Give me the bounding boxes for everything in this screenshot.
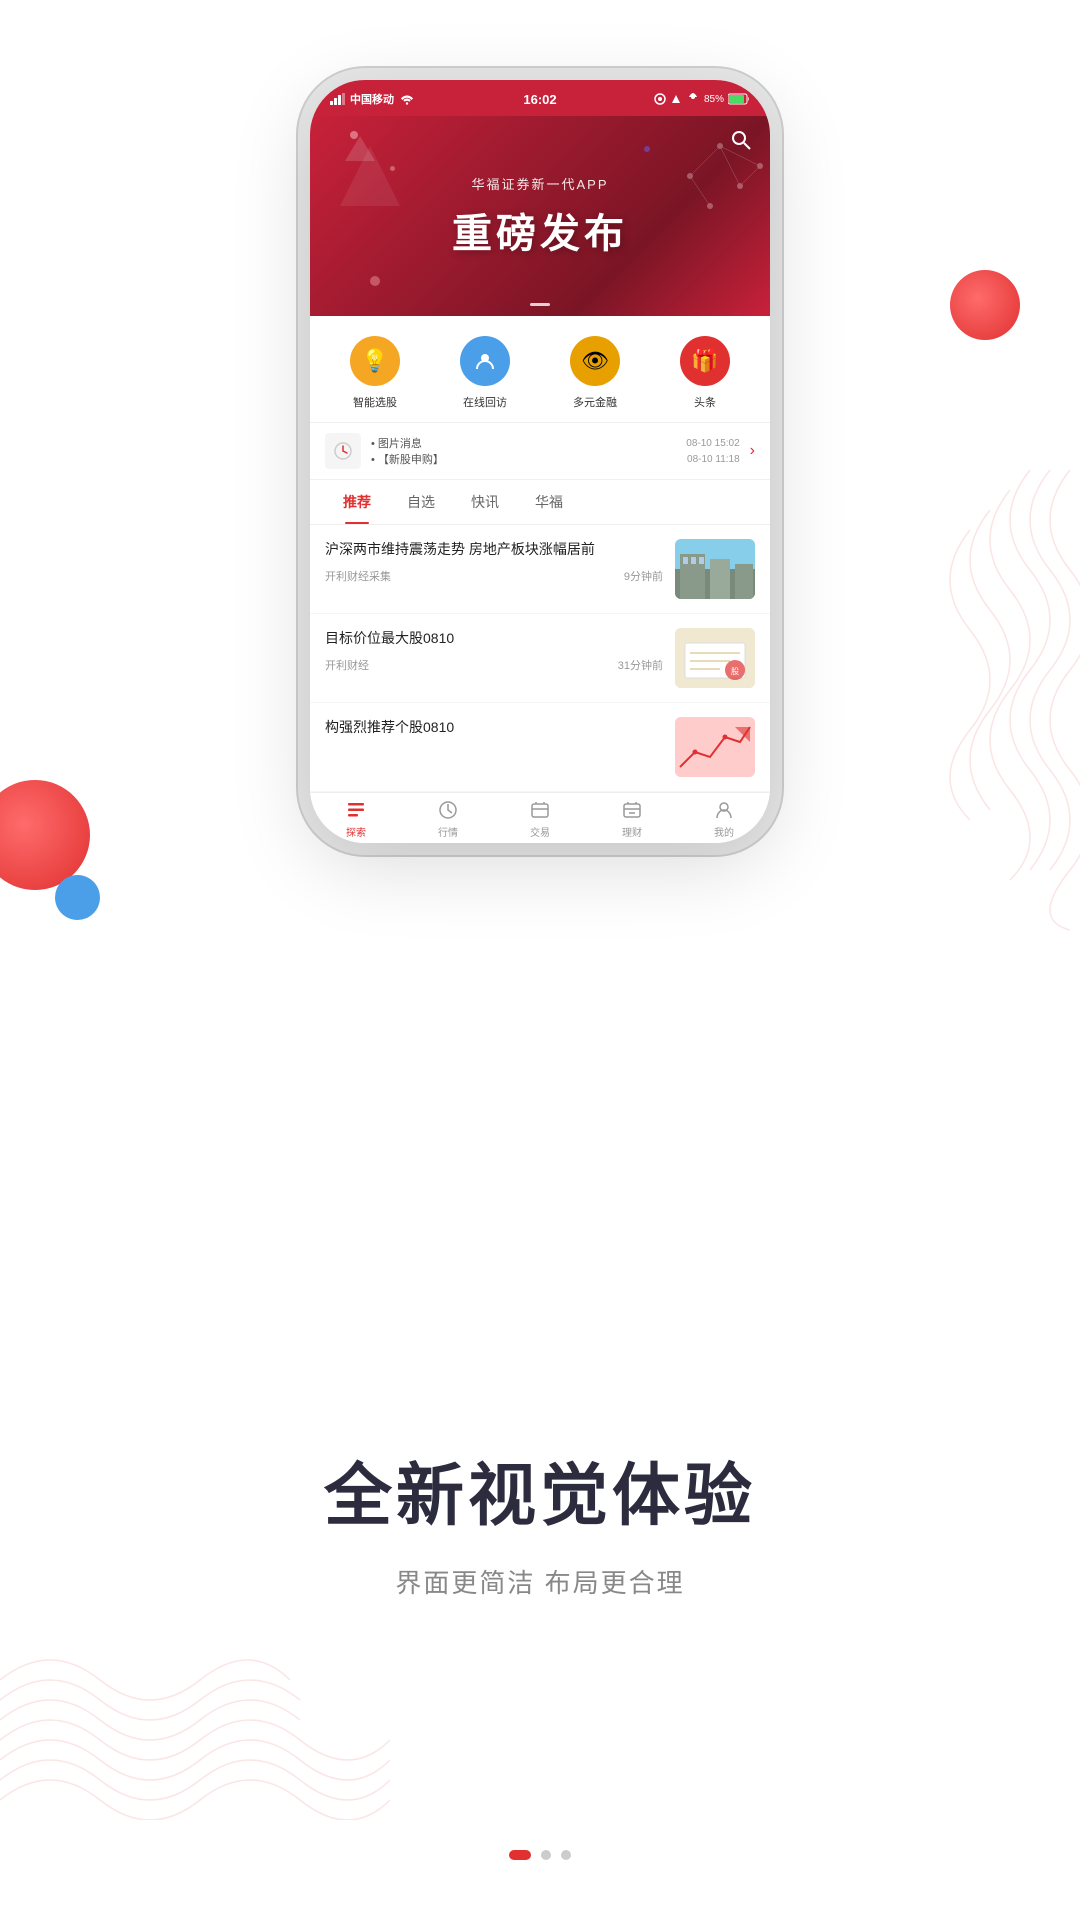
- nav-explore-icon: [345, 799, 367, 821]
- page-dot-1[interactable]: [509, 1850, 531, 1860]
- nav-item-finance[interactable]: 理财: [586, 799, 678, 839]
- ticker-text-2: • 【新股申购】: [371, 451, 444, 467]
- bottom-section: 全新视觉体验 界面更简洁 布局更合理: [0, 1060, 1080, 1920]
- decorative-circle-blue: [55, 875, 100, 920]
- news-content-2: 目标价位最大股0810 开利财经 31分钟前: [325, 628, 663, 688]
- quick-menu: 💡 智能选股 在线回访 👁 多元金融 🎁 头条: [310, 316, 770, 423]
- ticker-text-1: • 图片消息: [371, 435, 422, 451]
- page-dots: [509, 1850, 571, 1860]
- status-bar: 中国移动 16:02 85%: [310, 80, 770, 116]
- banner: 华福证券新一代APP 重磅发布: [310, 116, 770, 316]
- menu-item-smart-stock[interactable]: 💡 智能选股: [350, 336, 400, 410]
- search-button[interactable]: [727, 126, 755, 154]
- news-time-2: 31分钟前: [618, 657, 663, 673]
- phone-frame: 中国移动 16:02 85%: [310, 80, 770, 843]
- nav-item-market[interactable]: 行情: [402, 799, 494, 839]
- news-meta-1: 开利财经采集 9分钟前: [325, 568, 663, 584]
- ticker-item-1: • 图片消息 08-10 15:02: [371, 435, 740, 451]
- news-title-3: 构强烈推荐个股0810: [325, 717, 663, 738]
- ticker-arrow-icon[interactable]: ›: [750, 442, 755, 460]
- wave-decoration-right: [910, 460, 1080, 940]
- menu-label-online-visit: 在线回访: [463, 394, 507, 410]
- news-item-2[interactable]: 目标价位最大股0810 开利财经 31分钟前 股: [310, 614, 770, 703]
- news-meta-2: 开利财经 31分钟前: [325, 657, 663, 673]
- nav-market-icon: [437, 799, 459, 821]
- status-time: 16:02: [523, 92, 556, 107]
- sub-title: 界面更简洁 布局更合理: [395, 1563, 684, 1600]
- nav-label-mine: 我的: [714, 824, 734, 839]
- main-title: 全新视觉体验: [324, 1440, 756, 1539]
- multi-finance-icon: 👁: [570, 336, 620, 386]
- tab-recommend[interactable]: 推荐: [325, 480, 389, 524]
- nav-item-explore[interactable]: 探索: [310, 799, 402, 839]
- ticker-time-2: 08-10 11:18: [687, 454, 740, 465]
- ticker-time-1: 08-10 15:02: [686, 438, 739, 449]
- menu-item-online-visit[interactable]: 在线回访: [460, 336, 510, 410]
- news-item-3[interactable]: 构强烈推荐个股0810: [310, 703, 770, 792]
- news-thumb-3: [675, 717, 755, 777]
- decorative-circle-red-left: [0, 780, 90, 890]
- news-thumb-1: [675, 539, 755, 599]
- news-item-1[interactable]: 沪深两市维持震荡走势 房地产板块涨幅居前 开利财经采集 9分钟前: [310, 525, 770, 614]
- status-right: 85%: [654, 93, 750, 105]
- nav-label-finance: 理财: [622, 824, 642, 839]
- tab-flash[interactable]: 快讯: [453, 480, 517, 524]
- menu-label-multi-finance: 多元金融: [573, 394, 617, 410]
- ticker-icon: [325, 433, 361, 469]
- banner-page-indicator: [530, 303, 550, 306]
- news-title-2: 目标价位最大股0810: [325, 628, 663, 649]
- news-content-1: 沪深两市维持震荡走势 房地产板块涨幅居前 开利财经采集 9分钟前: [325, 539, 663, 599]
- news-time-1: 9分钟前: [624, 568, 663, 584]
- menu-item-multi-finance[interactable]: 👁 多元金融: [570, 336, 620, 410]
- nav-label-explore: 探索: [346, 824, 366, 839]
- menu-label-smart-stock: 智能选股: [353, 394, 397, 410]
- news-thumb-2: 股: [675, 628, 755, 688]
- nav-finance-icon: [621, 799, 643, 821]
- ticker-content: • 图片消息 08-10 15:02 • 【新股申购】 08-10 11:18: [371, 435, 740, 467]
- nav-label-trade: 交易: [530, 824, 550, 839]
- nav-label-market: 行情: [438, 824, 458, 839]
- content-tabs: 推荐 自选 快讯 华福: [310, 480, 770, 525]
- carrier-signal: 中国移动: [330, 91, 414, 107]
- nav-trade-icon: [529, 799, 551, 821]
- headline-icon: 🎁: [680, 336, 730, 386]
- decorative-circle-red-top: [950, 270, 1020, 340]
- page-dot-2[interactable]: [541, 1850, 551, 1860]
- ticker-item-2: • 【新股申购】 08-10 11:18: [371, 451, 740, 467]
- smart-stock-icon: 💡: [350, 336, 400, 386]
- page-dot-3[interactable]: [561, 1850, 571, 1860]
- svg-text:股: 股: [731, 667, 739, 676]
- news-content-3: 构强烈推荐个股0810: [325, 717, 663, 777]
- menu-label-headline: 头条: [694, 394, 716, 410]
- menu-item-headline[interactable]: 🎁 头条: [680, 336, 730, 410]
- nav-item-trade[interactable]: 交易: [494, 799, 586, 839]
- online-visit-icon: [460, 336, 510, 386]
- tab-watchlist[interactable]: 自选: [389, 480, 453, 524]
- news-source-1: 开利财经采集: [325, 568, 391, 584]
- phone-mockup: 中国移动 16:02 85%: [310, 80, 770, 843]
- news-list: 沪深两市维持震荡走势 房地产板块涨幅居前 开利财经采集 9分钟前: [310, 525, 770, 792]
- news-ticker: • 图片消息 08-10 15:02 • 【新股申购】 08-10 11:18 …: [310, 423, 770, 480]
- nav-item-mine[interactable]: 我的: [678, 799, 770, 839]
- news-source-2: 开利财经: [325, 657, 369, 673]
- tab-huafu[interactable]: 华福: [517, 480, 581, 524]
- bottom-nav: 探索 行情 交易: [310, 792, 770, 843]
- news-title-1: 沪深两市维持震荡走势 房地产板块涨幅居前: [325, 539, 663, 560]
- nav-mine-icon: [713, 799, 735, 821]
